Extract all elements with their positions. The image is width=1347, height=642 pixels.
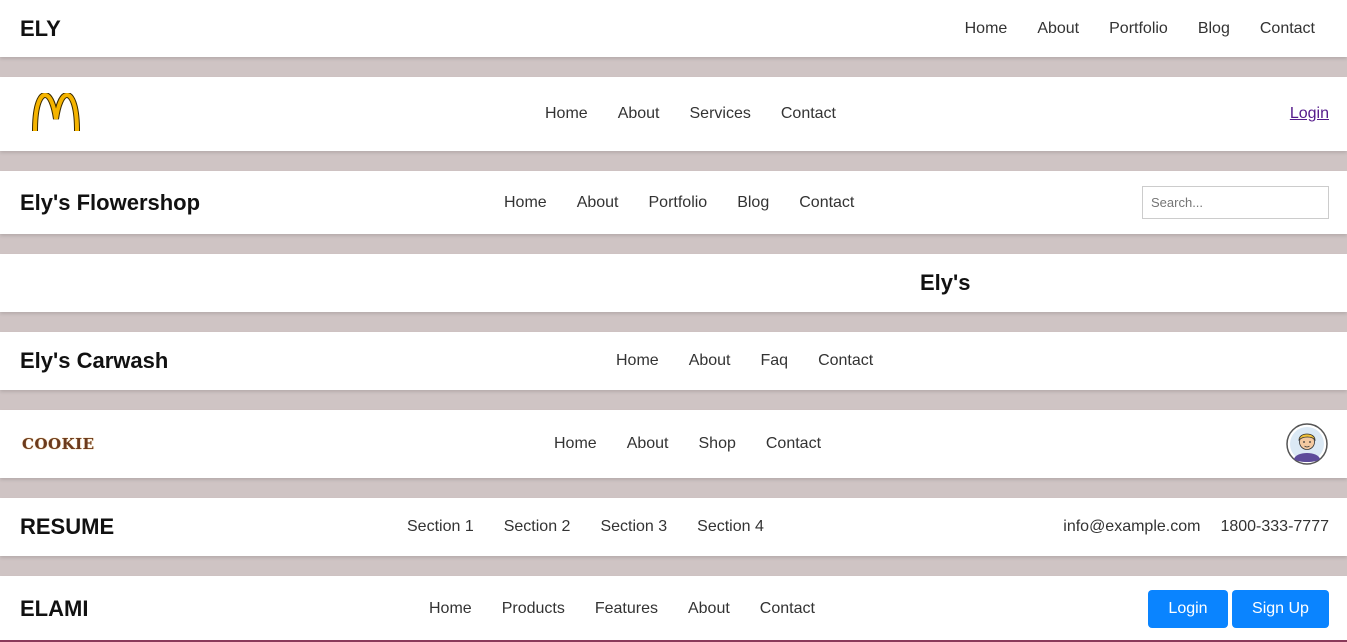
nav-link-home[interactable]: Home [616,352,659,370]
brand-logo[interactable]: Ely's [920,270,971,296]
brand-logo[interactable]: Ely's Flowershop [20,190,200,216]
nav-link-contact[interactable]: Contact [799,194,854,212]
nav-link-section-4[interactable]: Section 4 [697,518,764,536]
login-link[interactable]: Login [1290,105,1329,123]
nav-link-home[interactable]: Home [504,194,547,212]
nav-link-contact[interactable]: Contact [760,600,815,618]
nav-link-faq[interactable]: Faq [761,352,789,370]
navbar-mcdonalds: Home About Services Contact Login [0,77,1347,151]
signup-button[interactable]: Sign Up [1232,590,1329,628]
email-link[interactable]: info@example.com [1063,518,1200,536]
nav-links: Section 1 Section 2 Section 3 Section 4 [392,518,779,536]
nav-link-home[interactable]: Home [965,20,1008,38]
login-button[interactable]: Login [1148,590,1228,628]
nav-links: Home About Shop Contact [539,435,836,453]
nav-link-about[interactable]: About [627,435,669,453]
navbar-ely: ELY Home About Portfolio Blog Contact [0,0,1347,57]
brand-logo[interactable]: ELAMI [20,596,88,622]
nav-link-products[interactable]: Products [502,600,565,618]
brand-logo[interactable]: Ely's Carwash [20,348,168,374]
nav-link-home[interactable]: Home [554,435,597,453]
search-input[interactable] [1142,186,1329,219]
nav-links: Home About Faq Contact [601,352,888,370]
nav-links: Home About Services Contact [530,105,851,123]
nav-link-portfolio[interactable]: Portfolio [649,194,708,212]
nav-link-portfolio[interactable]: Portfolio [1109,20,1168,38]
navbar-cookie: COOKIE Home About Shop Contact [0,410,1347,478]
nav-link-contact[interactable]: Contact [766,435,821,453]
nav-link-about[interactable]: About [618,105,660,123]
mcdonalds-arches-icon[interactable] [32,91,80,138]
nav-link-home[interactable]: Home [429,600,472,618]
nav-link-blog[interactable]: Blog [737,194,769,212]
brand-logo[interactable]: ELY [20,16,61,42]
brand-logo[interactable]: RESUME [20,514,114,540]
nav-link-about[interactable]: About [1037,20,1079,38]
nav-link-home[interactable]: Home [545,105,588,123]
nav-link-shop[interactable]: Shop [699,435,736,453]
nav-links: Home About Portfolio Blog Contact [950,20,1329,38]
auth-buttons: Login Sign Up [1148,590,1329,628]
nav-link-section-2[interactable]: Section 2 [504,518,571,536]
hamburger-icon[interactable] [1307,274,1329,292]
contact-info: info@example.com 1800-333-7777 [1063,518,1329,536]
cookie-logo[interactable]: COOKIE [22,435,95,453]
nav-link-about[interactable]: About [688,600,730,618]
nav-link-contact[interactable]: Contact [1260,20,1315,38]
avatar-icon[interactable] [1286,423,1328,465]
nav-link-blog[interactable]: Blog [1198,20,1230,38]
nav-link-contact[interactable]: Contact [818,352,873,370]
navbar-flowershop: Ely's Flowershop Home About Portfolio Bl… [0,171,1347,234]
nav-link-services[interactable]: Services [690,105,751,123]
nav-link-section-1[interactable]: Section 1 [407,518,474,536]
hamburger-icon[interactable] [1307,352,1329,370]
nav-links: Home Products Features About Contact [414,600,830,618]
navbar-resume: RESUME Section 1 Section 2 Section 3 Sec… [0,498,1347,556]
nav-link-features[interactable]: Features [595,600,658,618]
nav-link-section-3[interactable]: Section 3 [600,518,667,536]
phone-link[interactable]: 1800-333-7777 [1220,518,1329,536]
navbar-elys: Ely's [0,254,1347,312]
navbar-elami: ELAMI Home Products Features About Conta… [0,576,1347,642]
navbar-carwash: Ely's Carwash Home About Faq Contact [0,332,1347,390]
nav-link-about[interactable]: About [577,194,619,212]
nav-links: Home About Portfolio Blog Contact [489,194,869,212]
nav-link-contact[interactable]: Contact [781,105,836,123]
nav-link-about[interactable]: About [689,352,731,370]
